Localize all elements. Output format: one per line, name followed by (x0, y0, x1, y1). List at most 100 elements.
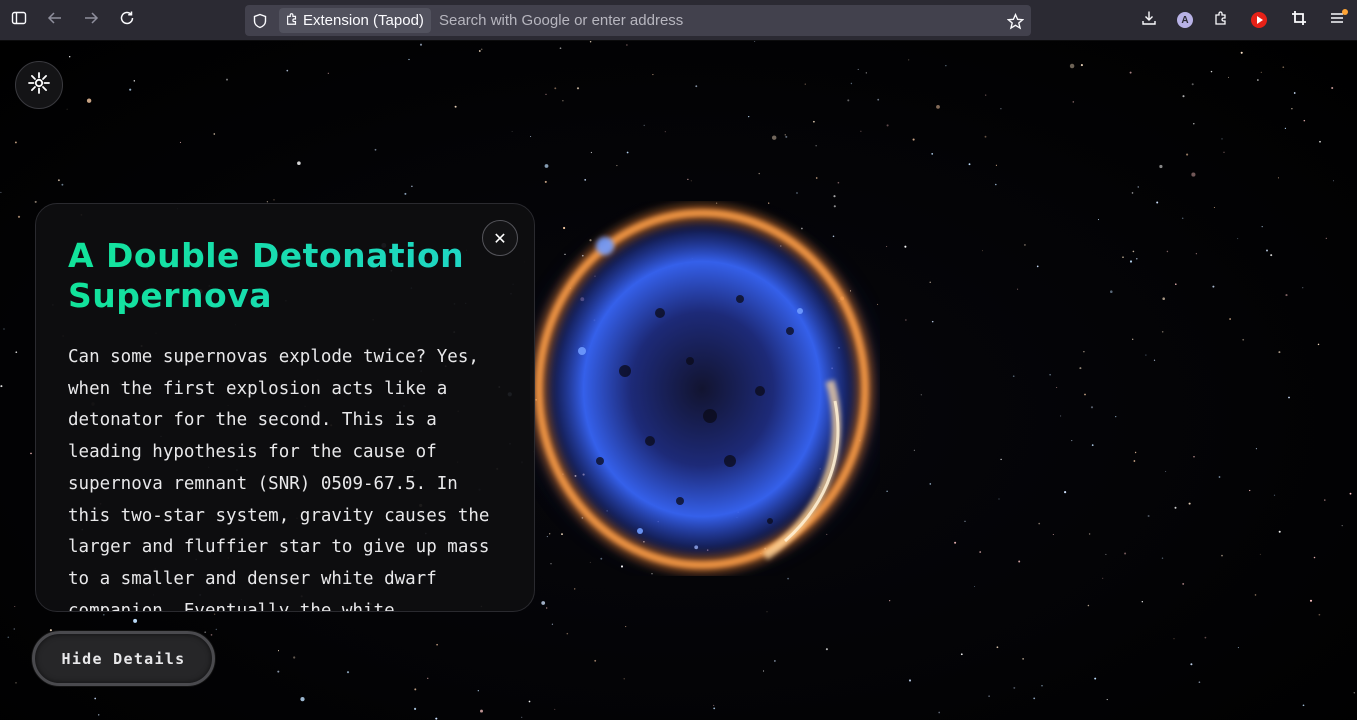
star (133, 80, 136, 82)
star (995, 164, 997, 166)
address-input[interactable] (439, 5, 979, 36)
sidebar-toggle-button[interactable] (5, 7, 33, 33)
youtube-icon (1251, 12, 1267, 28)
close-button[interactable]: ✕ (482, 220, 518, 256)
star (1212, 285, 1215, 288)
star (1132, 250, 1135, 253)
star (427, 677, 429, 679)
identity-chip[interactable]: Extension (Tapod) (279, 8, 431, 33)
star (1313, 556, 1316, 559)
star (562, 100, 564, 102)
star (886, 246, 888, 247)
star (554, 708, 556, 710)
star (1060, 415, 1062, 417)
account-button[interactable]: A (1171, 7, 1199, 33)
star (713, 704, 715, 706)
star (815, 145, 817, 147)
star (273, 199, 275, 201)
star (1106, 699, 1108, 701)
star (847, 99, 850, 102)
star-icon[interactable] (1005, 11, 1025, 31)
star (1079, 367, 1082, 370)
star (286, 69, 289, 72)
star (480, 48, 483, 51)
star (521, 716, 523, 718)
star (1090, 406, 1094, 409)
star (1318, 613, 1321, 616)
forward-button[interactable] (77, 7, 105, 33)
star (69, 56, 71, 58)
star (1240, 51, 1243, 54)
star (411, 185, 413, 188)
app-menu-button[interactable] (1323, 7, 1351, 33)
star (904, 245, 907, 248)
star (1012, 375, 1015, 378)
star (204, 631, 207, 634)
puzzle-icon (1213, 10, 1229, 30)
back-button[interactable] (41, 7, 69, 33)
star (1091, 444, 1094, 446)
card-description: Can some supernovas explode twice? Yes, … (68, 347, 490, 612)
star (1156, 201, 1159, 204)
star (1303, 119, 1306, 122)
star (480, 709, 483, 713)
star (1331, 86, 1334, 90)
star (15, 351, 18, 354)
star (988, 695, 990, 697)
star (625, 626, 627, 628)
star (1260, 71, 1262, 73)
star (1049, 374, 1051, 376)
star (86, 98, 92, 103)
star (1080, 64, 1083, 67)
star (1162, 297, 1165, 301)
shield-icon[interactable] (251, 12, 269, 30)
star (346, 671, 350, 674)
star (1261, 225, 1263, 228)
star (774, 660, 776, 662)
avatar: A (1177, 12, 1193, 28)
address-bar[interactable]: Extension (Tapod) (245, 5, 1031, 36)
star (936, 104, 940, 109)
star (436, 643, 438, 646)
hide-details-button[interactable]: Hide Details (32, 631, 215, 686)
star (938, 711, 941, 714)
star (1221, 138, 1223, 140)
reload-button[interactable] (113, 7, 141, 33)
star (1242, 338, 1245, 341)
star (785, 135, 788, 138)
star (1319, 140, 1321, 143)
star (908, 59, 910, 61)
star (1237, 238, 1239, 240)
star (94, 697, 97, 700)
extensions-button[interactable] (1207, 7, 1235, 33)
star (133, 618, 138, 623)
star (1084, 393, 1086, 396)
downloads-button[interactable] (1135, 7, 1163, 33)
star (214, 613, 216, 615)
settings-button[interactable] (15, 61, 63, 109)
screenshot-button[interactable] (1285, 7, 1313, 33)
star (15, 682, 17, 684)
star (1147, 514, 1150, 518)
star (954, 541, 957, 544)
star (544, 180, 547, 183)
star (920, 394, 922, 396)
star (129, 88, 132, 91)
star (1309, 599, 1313, 602)
star (541, 601, 546, 605)
star (1353, 692, 1355, 694)
star (1229, 318, 1232, 320)
puzzle-icon (285, 12, 299, 30)
star (1036, 265, 1039, 268)
star (929, 483, 932, 485)
update-badge (1342, 9, 1348, 15)
star (664, 131, 666, 133)
youtube-extension-button[interactable] (1245, 7, 1273, 33)
star (979, 551, 982, 553)
star (1000, 458, 1002, 461)
star (1072, 101, 1075, 103)
star (374, 148, 377, 151)
close-icon: ✕ (493, 228, 507, 248)
star (1188, 502, 1191, 505)
star (1064, 491, 1067, 494)
